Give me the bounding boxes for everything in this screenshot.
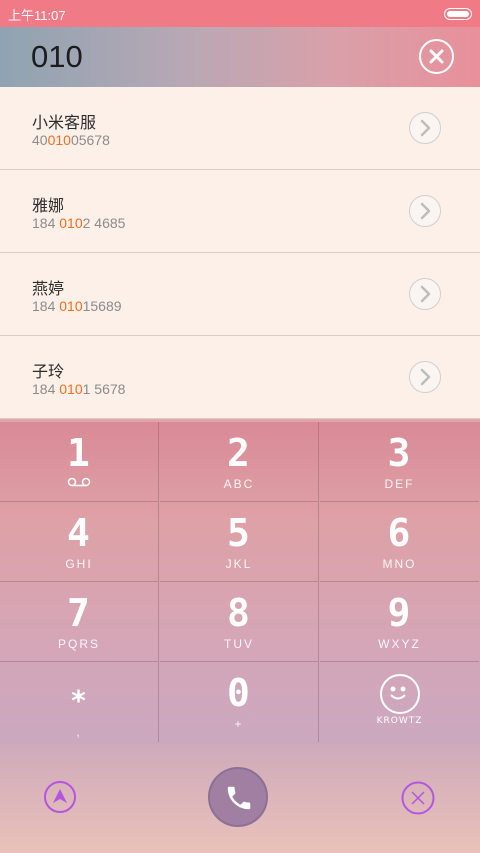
contact-name: 小米客服 — [32, 113, 97, 132]
up-arrow-icon — [44, 781, 76, 813]
contact-name: 燕婷 — [32, 279, 65, 298]
chevron-right-icon — [420, 119, 431, 137]
status-time: 上午11:07 — [8, 8, 66, 23]
battery-icon — [444, 8, 472, 20]
hangup-button[interactable] — [401, 781, 435, 815]
key-5[interactable]: 5 JKL — [160, 502, 319, 582]
contact-row[interactable]: 燕婷 184 01015689 — [0, 253, 480, 336]
call-button[interactable] — [208, 767, 268, 827]
key-2[interactable]: 2 ABC — [160, 422, 319, 502]
dialer-actions — [0, 744, 480, 853]
key-1[interactable]: 1 — [0, 422, 159, 502]
dial-keypad: 1 2 ABC 3 DEF 4 GHI 5 JKL 6 MNO 7 PQRS 8… — [0, 422, 480, 744]
key-8[interactable]: 8 TUV — [160, 582, 319, 662]
status-bar: 上午11:07 — [0, 0, 480, 27]
clear-button[interactable] — [419, 39, 454, 74]
contact-row[interactable]: 雅娜 184 0102 4685 — [0, 170, 480, 253]
close-icon — [401, 781, 435, 815]
contact-detail-button[interactable] — [409, 112, 441, 144]
key-9[interactable]: 9 WXYZ — [320, 582, 479, 662]
search-results-list: 小米客服 4001005678 雅娜 184 0102 4685 燕婷 184 … — [0, 87, 480, 419]
voicemail-icon — [67, 472, 91, 491]
contact-detail-button[interactable] — [409, 361, 441, 393]
contact-row[interactable]: 子玲 184 0101 5678 — [0, 336, 480, 419]
key-4[interactable]: 4 GHI — [0, 502, 159, 582]
smiley-icon — [379, 674, 420, 714]
contact-number: 184 01015689 — [32, 298, 122, 314]
contact-name: 雅娜 — [32, 196, 65, 215]
key-0[interactable]: 0 + — [160, 662, 319, 742]
contact-detail-button[interactable] — [409, 278, 441, 310]
close-circle-icon — [429, 49, 444, 64]
phone-icon — [227, 786, 251, 810]
dialed-number[interactable]: 010 — [31, 39, 83, 75]
contact-number: 184 0102 4685 — [32, 215, 126, 231]
chevron-right-icon — [420, 368, 431, 386]
key-7[interactable]: 7 PQRS — [0, 582, 159, 662]
collapse-keypad-button[interactable] — [44, 781, 76, 813]
contact-row[interactable]: 小米客服 4001005678 — [0, 87, 480, 170]
contact-number: 184 0101 5678 — [32, 381, 126, 397]
contact-number: 4001005678 — [32, 132, 110, 148]
chevron-right-icon — [420, 202, 431, 220]
contact-detail-button[interactable] — [409, 195, 441, 227]
key-6[interactable]: 6 MNO — [320, 502, 479, 582]
chevron-right-icon — [420, 285, 431, 303]
key-hash[interactable]: KROWTZ — [320, 662, 479, 742]
key-3[interactable]: 3 DEF — [320, 422, 479, 502]
dialed-header: 010 — [0, 27, 480, 87]
key-star[interactable]: * , — [0, 662, 159, 742]
contact-name: 子玲 — [32, 362, 65, 381]
